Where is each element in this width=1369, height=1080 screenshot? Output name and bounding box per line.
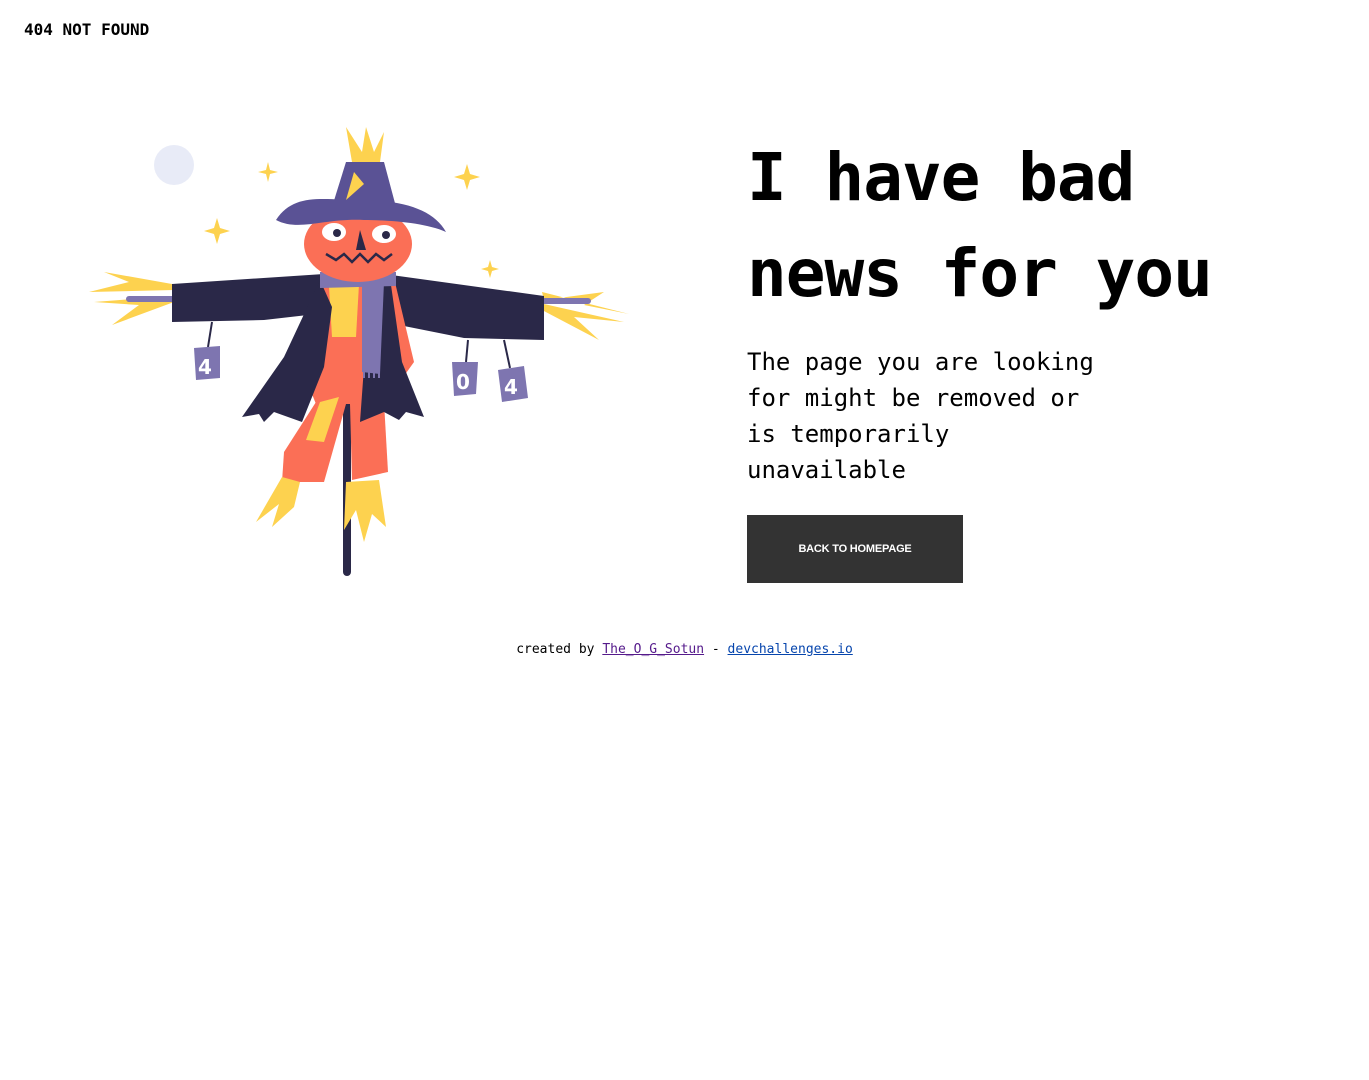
footer-prefix: created by xyxy=(516,642,595,657)
description-line-1: The page you are looking xyxy=(747,348,1094,376)
headline-line-1: I have bad xyxy=(747,139,1135,216)
description-line-3: is temporarily xyxy=(747,420,950,448)
pole xyxy=(343,384,351,576)
devchallenges-link[interactable]: devchallenges.io xyxy=(728,642,853,657)
svg-text:4: 4 xyxy=(504,375,518,399)
description-line-4: unavailable xyxy=(747,456,906,484)
footer-separator: - xyxy=(711,642,720,657)
headline-line-2: news for you xyxy=(747,235,1213,312)
back-to-homepage-button[interactable]: BACK TO HOMEPAGE xyxy=(747,515,963,583)
page-description: The page you are looking for might be re… xyxy=(747,344,1127,488)
can-middle: 0 xyxy=(452,339,478,396)
footer: created by The_O_G_Sotun - devchallenges… xyxy=(0,642,1369,657)
svg-text:0: 0 xyxy=(456,370,470,394)
can-right: 4 xyxy=(498,339,528,402)
page-headline: I have bad news for you xyxy=(747,130,1307,322)
can-left: 4 xyxy=(194,321,220,380)
svg-text:4: 4 xyxy=(198,355,212,379)
scarecrow-illustration: 4 0 4 xyxy=(89,127,629,576)
page-label: 404 NOT FOUND xyxy=(24,20,150,39)
author-link[interactable]: The_O_G_Sotun xyxy=(602,642,704,657)
description-line-2: for might be removed or xyxy=(747,384,1080,412)
moon-icon xyxy=(154,145,194,185)
